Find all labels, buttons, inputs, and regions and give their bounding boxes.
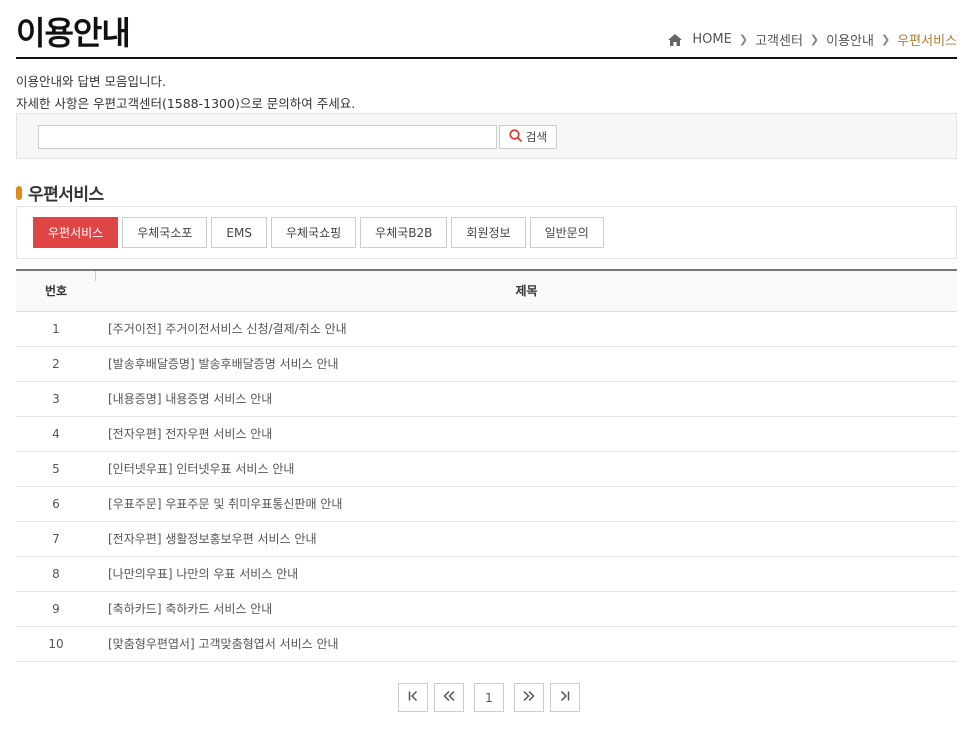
row-subject-link[interactable]: [내용증명] 내용증명 서비스 안내 (96, 381, 957, 417)
tab-member-info[interactable]: 회원정보 (451, 217, 526, 248)
table-header-row: 번호 제목 (16, 270, 957, 312)
search-input[interactable] (38, 125, 497, 149)
row-number: 6 (16, 486, 96, 522)
faq-table: 번호 제목 1 [주거이전] 주거이전서비스 신청/결제/취소 안내 2 [발송후배… (16, 269, 957, 662)
chevron-right-icon: ❯ (880, 33, 891, 46)
table-row[interactable]: 3 [내용증명] 내용증명 서비스 안내 (16, 381, 957, 417)
chevron-right-icon: ❯ (738, 33, 749, 46)
row-number: 3 (16, 381, 96, 417)
breadcrumb-guide[interactable]: 이용안내 (826, 30, 874, 49)
table-row[interactable]: 5 [인터넷우표] 인터넷우표 서비스 안내 (16, 451, 957, 487)
row-number: 2 (16, 346, 96, 382)
search-button-label: 검색 (525, 130, 548, 144)
row-subject-link[interactable]: [전자우편] 전자우편 서비스 안내 (96, 416, 957, 452)
search-panel: 검색 (16, 113, 957, 159)
prev-page-icon (442, 690, 456, 705)
search-button[interactable]: 검색 (499, 125, 557, 149)
page-number-current[interactable]: 1 (474, 683, 504, 712)
intro-text: 이용안내와 답변 모음입니다. 자세한 사항은 우편고객센터(1588-1300… (16, 71, 355, 115)
breadcrumb-home[interactable]: HOME (692, 32, 731, 47)
last-page-button[interactable] (550, 683, 580, 712)
row-number: 1 (16, 311, 96, 347)
row-number: 4 (16, 416, 96, 452)
tab-shopping[interactable]: 우체국쇼핑 (270, 217, 357, 248)
category-tabs-panel: 우편서비스 우체국소포 EMS 우체국쇼핑 우체국B2B 회원정보 일반문의 (16, 206, 957, 259)
next-page-button[interactable] (514, 683, 544, 712)
row-subject-link[interactable]: [나만의우표] 나만의 우표 서비스 안내 (96, 556, 957, 592)
breadcrumb-current[interactable]: 우편서비스 (897, 30, 957, 49)
section-header: 우편서비스 (16, 180, 104, 205)
first-page-button[interactable] (398, 683, 428, 712)
table-row[interactable]: 4 [전자우편] 전자우편 서비스 안내 (16, 416, 957, 452)
category-tabs: 우편서비스 우체국소포 EMS 우체국쇼핑 우체국B2B 회원정보 일반문의 (33, 217, 604, 248)
row-subject-link[interactable]: [축하카드] 축하카드 서비스 안내 (96, 591, 957, 627)
header-number: 번호 (16, 270, 96, 312)
tab-postal-service[interactable]: 우편서비스 (33, 217, 119, 248)
row-subject-link[interactable]: [우표주문] 우표주문 및 취미우표통신판매 안내 (96, 486, 957, 522)
chevron-right-icon: ❯ (809, 33, 820, 46)
row-subject-link[interactable]: [주거이전] 주거이전서비스 신청/결제/취소 안내 (96, 311, 957, 347)
tab-b2b[interactable]: 우체국B2B (360, 217, 448, 248)
table-row[interactable]: 9 [축하카드] 축하카드 서비스 안내 (16, 591, 957, 627)
header-subject: 제목 (96, 270, 957, 312)
section-bullet-icon (16, 185, 22, 200)
row-number: 10 (16, 626, 96, 662)
pagination: 1 (398, 683, 580, 712)
table-row[interactable]: 7 [전자우편] 생활정보홍보우편 서비스 안내 (16, 521, 957, 557)
row-number: 5 (16, 451, 96, 487)
row-subject-link[interactable]: [인터넷우표] 인터넷우표 서비스 안내 (96, 451, 957, 487)
section-title: 우편서비스 (28, 185, 104, 205)
table-row[interactable]: 8 [나만의우표] 나만의 우표 서비스 안내 (16, 556, 957, 592)
intro-line-2: 자세한 사항은 우편고객센터(1588-1300)으로 문의하여 주세요. (16, 96, 356, 111)
row-number: 8 (16, 556, 96, 592)
home-icon[interactable] (668, 33, 683, 46)
tab-ems[interactable]: EMS (211, 217, 267, 248)
table-row[interactable]: 2 [발송후배달증명] 발송후배달증명 서비스 안내 (16, 346, 957, 382)
title-divider (16, 57, 957, 59)
row-number: 9 (16, 591, 96, 627)
row-subject-link[interactable]: [발송후배달증명] 발송후배달증명 서비스 안내 (96, 346, 957, 382)
tab-parcel[interactable]: 우체국소포 (122, 217, 208, 248)
table-row[interactable]: 10 [맞춤형우편엽서] 고객맞춤형엽서 서비스 안내 (16, 626, 957, 662)
prev-page-button[interactable] (434, 683, 464, 712)
tab-general-inquiry[interactable]: 일반문의 (529, 217, 604, 248)
breadcrumb-customer-center[interactable]: 고객센터 (755, 30, 803, 49)
row-number: 7 (16, 521, 96, 557)
row-subject-link[interactable]: [맞춤형우편엽서] 고객맞춤형엽서 서비스 안내 (96, 626, 957, 662)
last-page-icon (559, 690, 571, 705)
table-row[interactable]: 1 [주거이전] 주거이전서비스 신청/결제/취소 안내 (16, 311, 957, 347)
first-page-icon (407, 690, 419, 705)
intro-line-1: 이용안내와 답변 모음입니다. (16, 74, 166, 89)
table-row[interactable]: 6 [우표주문] 우표주문 및 취미우표통신판매 안내 (16, 486, 957, 522)
search-icon (509, 129, 522, 145)
page-title: 이용안내 (16, 14, 131, 52)
breadcrumb: HOME ❯ 고객센터 ❯ 이용안내 ❯ 우편서비스 (668, 30, 957, 49)
next-page-icon (522, 690, 536, 705)
row-subject-link[interactable]: [전자우편] 생활정보홍보우편 서비스 안내 (96, 521, 957, 557)
